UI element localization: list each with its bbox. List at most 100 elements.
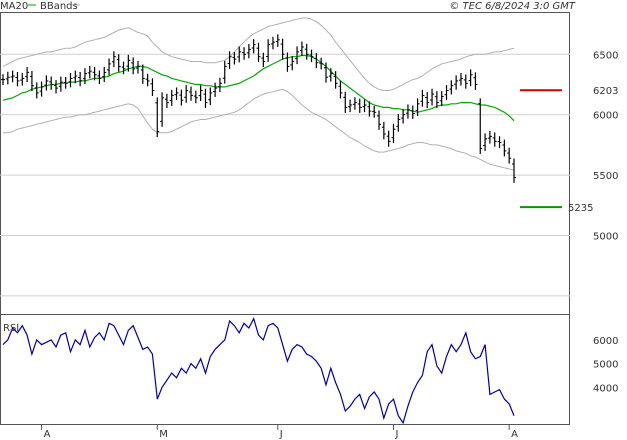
ohlc-bar [285, 52, 290, 72]
rsi-label: RSI [3, 323, 19, 334]
level-label: 5235 [568, 203, 593, 214]
ohlc-bar [319, 57, 324, 70]
ohlc-bar [193, 90, 198, 104]
x-axis-ticks: AMJJA [41, 424, 518, 440]
stock-chart: MA20 BBands © TEC 6/8/2024 3:0 GMT 6203 5… [0, 1, 618, 440]
legend-bbands-label: BBands [40, 1, 78, 12]
rsi-line [2, 316, 515, 425]
ohlc-bar [338, 80, 343, 99]
ohlc-bar [348, 99, 353, 113]
ohlc-bar [82, 68, 87, 85]
ohlc-bar [164, 93, 169, 108]
ohlc-bar [49, 76, 54, 90]
ohlc-bar [242, 47, 247, 60]
ohlc-bar [174, 87, 179, 101]
ohlc-bar [251, 39, 256, 54]
ohlc-bar [420, 89, 425, 107]
ohlc-bar [34, 82, 39, 99]
ohlc-bar [15, 72, 20, 87]
ohlc-bar [39, 81, 44, 97]
ohlc-bar [160, 92, 165, 127]
ohlc-bar [256, 42, 261, 63]
ma20-line [2, 54, 515, 122]
price-tick-label: 6000 [593, 111, 618, 122]
rsi-axis-labels: 6000 5000 4000 [593, 336, 618, 394]
ohlc-bar [198, 85, 203, 101]
ohlc-bar [377, 110, 382, 130]
ohlc-bar [458, 73, 463, 86]
ohlc-bar [483, 133, 488, 151]
ohlc-bar [169, 89, 174, 106]
x-tick-label: A [511, 429, 518, 440]
ohlc-bar [401, 109, 406, 124]
ohlc-bar [270, 36, 275, 50]
ohlc-bar [111, 51, 116, 68]
legend-ma20-label: MA20 [0, 1, 28, 12]
rsi-tick-label: 6000 [593, 336, 618, 347]
ohlc-bar [430, 88, 435, 106]
ohlc-bar [497, 136, 502, 148]
price-panel-frame [0, 12, 570, 315]
ohlc-bar [299, 41, 304, 56]
ohlc-bar [333, 71, 338, 89]
ohlc-bar [473, 72, 478, 90]
ohlc-bar [145, 73, 150, 87]
ohlc-bar [246, 44, 251, 59]
ohlc-bar [463, 74, 468, 89]
ohlc-bar [415, 98, 420, 116]
ohlc-bar [266, 39, 271, 62]
ohlc-bar [25, 67, 30, 83]
ohlc-bar [362, 99, 367, 113]
ohlc-bar [208, 87, 213, 106]
watermark: © TEC 6/8/2024 3:0 GMT [449, 1, 576, 12]
ohlc-bar [391, 123, 396, 144]
ohlc-bar [20, 73, 25, 86]
rsi-tick-label: 5000 [593, 360, 618, 371]
ohlc-bar [29, 71, 34, 92]
ohlc-bar [97, 70, 102, 84]
ohlc-bars [1, 34, 516, 183]
ohlc-bar [155, 97, 160, 137]
ohlc-bar [131, 57, 136, 75]
ohlc-bar [107, 58, 112, 76]
x-tick-label: A [44, 429, 51, 440]
ohlc-bar [217, 77, 222, 93]
ohlc-bar [116, 54, 121, 72]
ohlc-bar [179, 89, 184, 106]
ohlc-bar [121, 61, 126, 75]
ohlc-bar [280, 38, 285, 60]
price-tick-label: 5500 [593, 171, 618, 182]
ohlc-bar [63, 77, 68, 89]
level-label: 6203 [593, 86, 618, 97]
ohlc-bar [140, 64, 145, 84]
ohlc-bar [381, 121, 386, 140]
ohlc-bar [213, 82, 218, 97]
ohlc-bar [507, 147, 512, 164]
ohlc-bar [184, 85, 189, 103]
ohlc-bar [295, 46, 300, 65]
ohlc-bar [78, 72, 83, 87]
ohlc-bar [454, 75, 459, 90]
price-tick-label: 5000 [593, 232, 618, 243]
ohlc-bar [478, 98, 483, 154]
ohlc-bar [512, 158, 516, 183]
ohlc-bar [261, 52, 266, 67]
ohlc-bar [54, 80, 59, 94]
ohlc-bar [68, 73, 73, 88]
ohlc-bar [405, 104, 410, 119]
ohlc-bar [386, 130, 391, 147]
price-tick-label: 6500 [593, 50, 618, 61]
rsi-tick-label: 4000 [593, 383, 618, 394]
ohlc-bar [222, 60, 227, 84]
ohlc-bar [5, 71, 10, 85]
ohlc-bar [189, 86, 194, 101]
ohlc-bar [396, 114, 401, 132]
ma20-line-group [2, 54, 515, 122]
ohlc-bar [502, 139, 507, 157]
x-tick-label: M [159, 429, 168, 440]
x-tick-label: J [279, 429, 283, 440]
ohlc-bar [444, 85, 449, 101]
ohlc-bar [102, 67, 107, 83]
ohlc-bar [203, 88, 208, 108]
rsi-panel [2, 316, 515, 425]
